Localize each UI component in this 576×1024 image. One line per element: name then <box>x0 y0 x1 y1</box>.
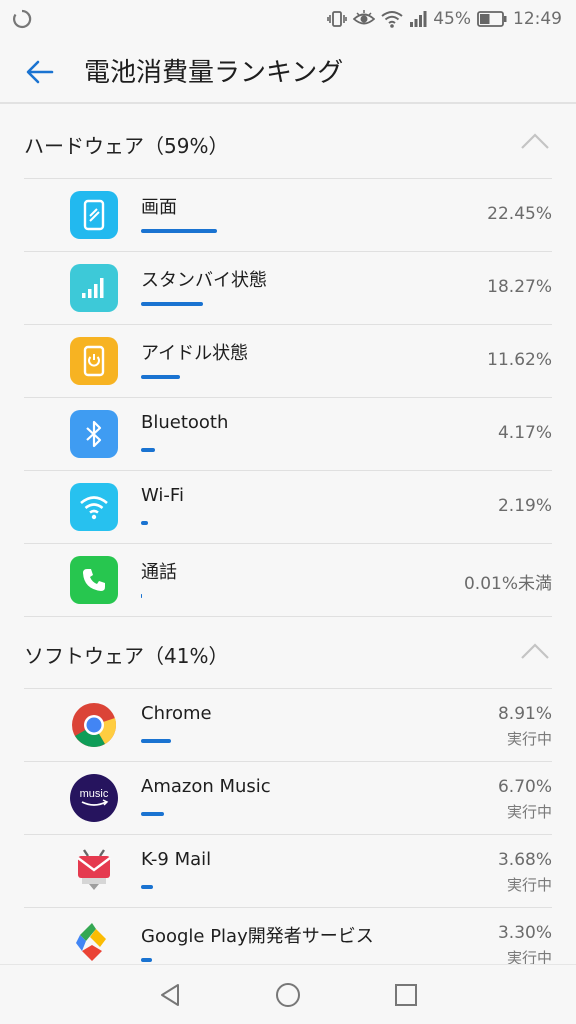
page-title: 電池消費量ランキング <box>84 58 344 88</box>
google-play-services-icon <box>70 920 118 968</box>
running-status: 実行中 <box>506 803 552 821</box>
list-item-wifi[interactable]: Wi-Fi 2.19% <box>0 470 576 543</box>
list-item-call[interactable]: 通話 0.01%未満 <box>0 543 576 616</box>
item-name: スタンバイ状態 <box>141 270 267 291</box>
bluetooth-icon <box>70 410 118 458</box>
app-bar: 電池消費量ランキング <box>0 38 576 104</box>
nav-recents-icon[interactable] <box>392 981 420 1009</box>
chevron-up-icon[interactable] <box>520 132 550 150</box>
list-item-idle[interactable]: アイドル状態 11.62% <box>0 324 576 397</box>
battery-percent: 45% <box>433 9 471 29</box>
navigation-bar <box>0 964 576 1024</box>
hardware-section-label: ハードウェア（59%） <box>24 134 229 158</box>
amazon-music-icon: music <box>70 774 118 822</box>
list-item-standby[interactable]: スタンバイ状態 18.27% <box>0 251 576 324</box>
divider <box>24 543 552 544</box>
usage-percent: 3.30% <box>497 923 552 943</box>
running-status: 実行中 <box>506 730 552 748</box>
usage-bar <box>141 958 152 962</box>
usage-percent: 11.62% <box>487 350 552 370</box>
k9-mail-icon <box>70 847 118 895</box>
eye-comfort-icon <box>353 10 376 25</box>
usage-bar <box>141 885 153 889</box>
usage-bar <box>141 448 155 452</box>
usage-bar <box>141 229 217 233</box>
item-name: Wi-Fi <box>141 485 184 506</box>
divider <box>24 834 552 835</box>
wifi-status-icon <box>381 11 403 28</box>
usage-percent: 8.91% <box>497 704 552 724</box>
wifi-icon <box>70 483 118 531</box>
list-item-screen[interactable]: 画面 22.45% <box>0 178 576 251</box>
phone-icon <box>70 556 118 604</box>
list-item-bluetooth[interactable]: Bluetooth 4.17% <box>0 397 576 470</box>
item-name: Amazon Music <box>141 776 271 797</box>
item-name: アイドル状態 <box>141 343 249 364</box>
usage-percent: 4.17% <box>497 423 552 443</box>
nav-home-icon[interactable] <box>274 981 302 1009</box>
software-section-label: ソフトウェア（41%） <box>24 644 229 668</box>
list-item-k9-mail[interactable]: K-9 Mail 3.68% 実行中 <box>0 834 576 907</box>
divider <box>24 907 552 908</box>
usage-percent: 3.68% <box>497 850 552 870</box>
divider <box>24 616 552 617</box>
list-item-amazon-music[interactable]: music Amazon Music 6.70% 実行中 <box>0 761 576 834</box>
usage-percent: 0.01%未満 <box>463 574 552 594</box>
software-section-header[interactable]: ソフトウェア（41%） <box>0 616 576 686</box>
usage-percent: 2.19% <box>497 496 552 516</box>
vibrate-icon <box>327 11 348 27</box>
chevron-up-icon[interactable] <box>520 642 550 660</box>
status-bar: 45% 12:49 <box>0 0 576 38</box>
divider <box>24 761 552 762</box>
signal-icon <box>70 264 118 312</box>
svg-text:music: music <box>80 788 109 800</box>
item-name: K-9 Mail <box>141 849 212 870</box>
clock: 12:49 <box>513 9 562 29</box>
divider <box>24 397 552 398</box>
nav-back-icon[interactable] <box>156 981 184 1009</box>
item-name: Bluetooth <box>141 412 229 433</box>
divider <box>24 251 552 252</box>
usage-percent: 18.27% <box>487 277 552 297</box>
usage-bar <box>141 302 203 306</box>
usage-percent: 6.70% <box>497 777 552 797</box>
divider <box>24 178 552 179</box>
cell-signal-icon <box>410 11 427 27</box>
usage-bar <box>141 812 164 816</box>
usage-bar <box>141 739 171 743</box>
divider <box>24 470 552 471</box>
divider <box>24 324 552 325</box>
usage-bar <box>141 375 180 379</box>
power-icon <box>70 337 118 385</box>
sync-icon <box>13 9 32 29</box>
divider <box>24 688 552 689</box>
chrome-icon <box>70 701 118 749</box>
item-name: 画面 <box>141 197 177 218</box>
screen-icon <box>70 191 118 239</box>
list-item-chrome[interactable]: Chrome 8.91% 実行中 <box>0 688 576 761</box>
hardware-section-header[interactable]: ハードウェア（59%） <box>0 106 576 176</box>
usage-bar <box>141 521 148 525</box>
running-status: 実行中 <box>506 876 552 894</box>
back-arrow-icon[interactable] <box>24 56 56 88</box>
item-name: Google Play開発者サービス <box>141 926 374 947</box>
item-name: 通話 <box>141 562 177 583</box>
item-name: Chrome <box>141 703 212 724</box>
usage-bar <box>141 594 142 598</box>
usage-percent: 22.45% <box>487 204 552 224</box>
battery-icon <box>477 11 507 27</box>
